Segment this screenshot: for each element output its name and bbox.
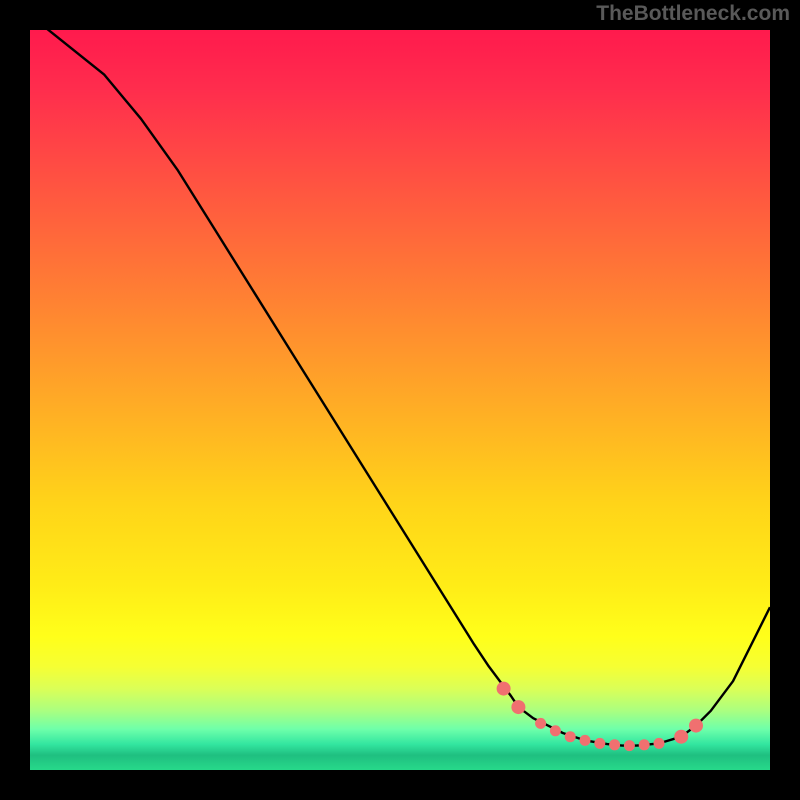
chart-container: TheBottleneck.com bbox=[0, 0, 800, 800]
curve-marker bbox=[497, 682, 511, 696]
bottleneck-curve bbox=[30, 30, 770, 746]
curve-marker bbox=[565, 731, 576, 742]
curve-svg bbox=[30, 30, 770, 770]
curve-marker bbox=[674, 730, 688, 744]
curve-marker bbox=[511, 700, 525, 714]
curve-marker bbox=[535, 718, 546, 729]
curve-marker bbox=[654, 738, 665, 749]
curve-marker bbox=[609, 739, 620, 750]
curve-marker bbox=[550, 725, 561, 736]
curve-marker bbox=[580, 735, 591, 746]
curve-marker bbox=[624, 740, 635, 751]
watermark: TheBottleneck.com bbox=[596, 2, 790, 26]
curve-marker bbox=[594, 738, 605, 749]
curve-marker bbox=[639, 739, 650, 750]
plot-area bbox=[30, 30, 770, 770]
curve-marker bbox=[689, 719, 703, 733]
